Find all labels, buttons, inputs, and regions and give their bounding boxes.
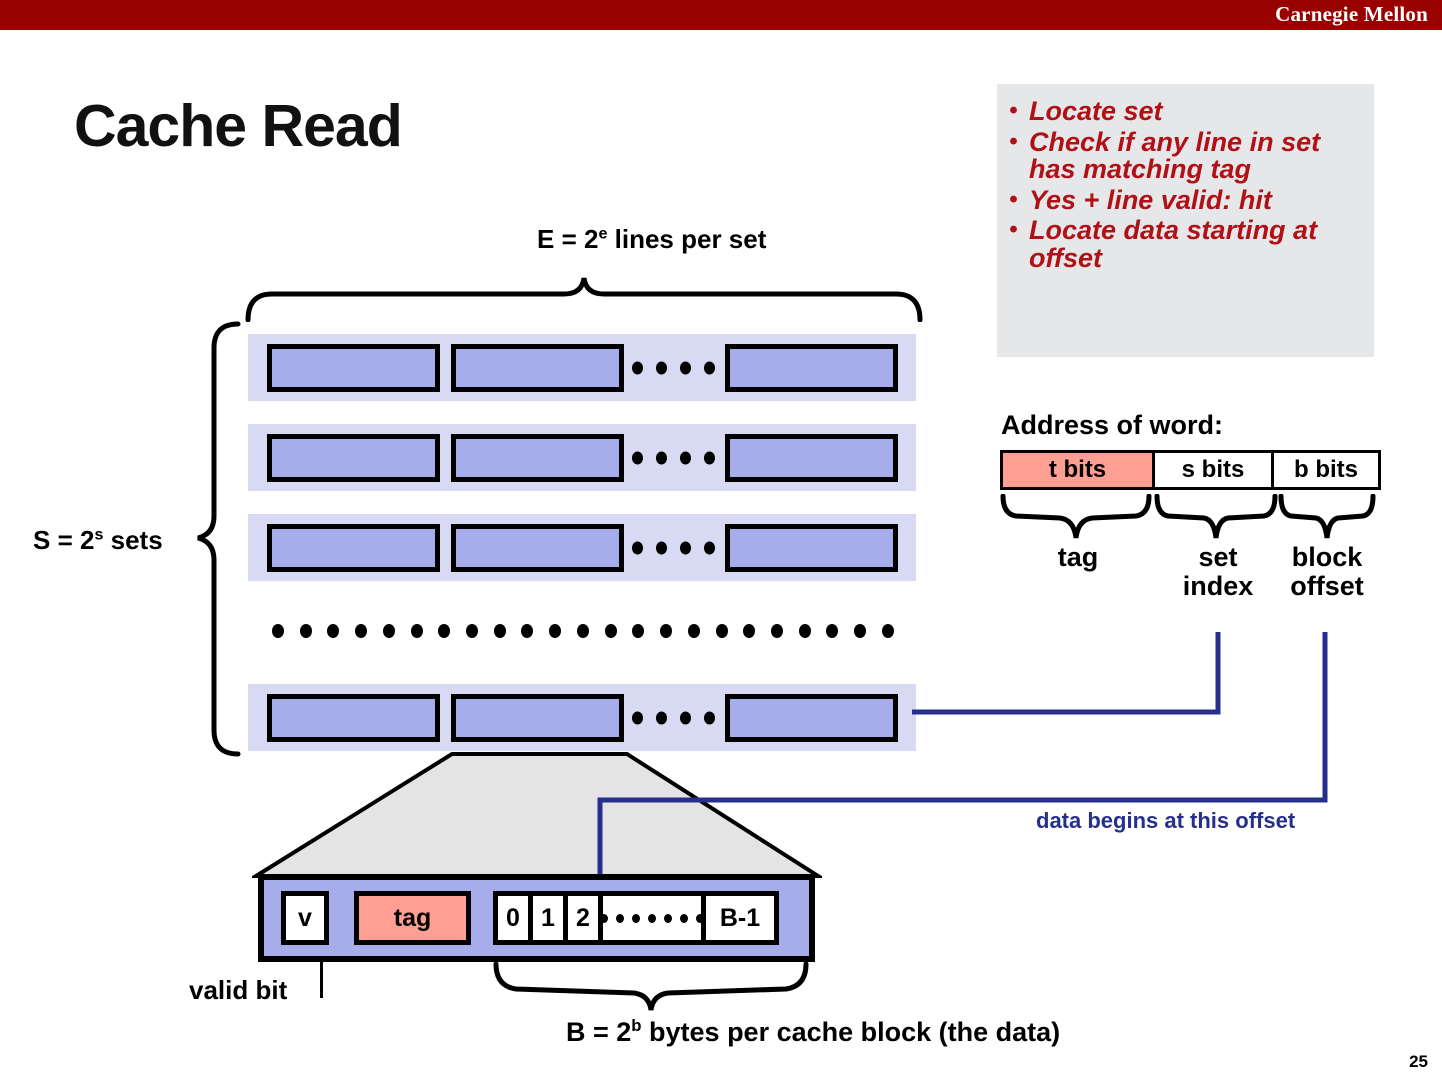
set-index-line1: set <box>1198 542 1238 572</box>
address-field-braces-icon <box>1000 494 1376 539</box>
block-offset-line1: block <box>1291 542 1363 572</box>
cache-line-box[interactable] <box>725 343 898 392</box>
ellipsis-dots-icon <box>632 711 715 724</box>
tag-cell[interactable]: tag <box>354 891 471 945</box>
block-size-exponent: b <box>631 1016 642 1035</box>
bullet-list-panel: • Locate set • Check if any line in set … <box>997 84 1374 357</box>
byte-cell-ellipsis <box>598 891 706 945</box>
cache-line-box[interactable] <box>451 433 624 482</box>
bullet-item-2: • Yes + line valid: hit <box>1009 184 1366 215</box>
cache-line-box[interactable] <box>267 523 440 572</box>
address-field-tag-bits[interactable]: t bits <box>1000 450 1155 490</box>
address-bit-fields: t bits s bits b bits <box>1000 450 1381 490</box>
expanded-cache-line: v tag 0 1 2 B-1 <box>258 874 815 962</box>
bullet-text: Check if any line in set has matching ta… <box>1029 126 1321 185</box>
bullet-item-0: • Locate set <box>1009 96 1366 126</box>
offset-annotation-label: data begins at this offset <box>1036 808 1296 833</box>
byte-cell-2[interactable]: 2 <box>563 891 603 945</box>
address-sub-label-set-index: set index <box>1158 543 1278 601</box>
bullet-dot-icon: • <box>1009 185 1018 213</box>
bullet-item-1: • Check if any line in set has matching … <box>1009 126 1366 185</box>
address-of-word-title: Address of word: <box>1001 410 1224 440</box>
cache-line-box[interactable] <box>451 343 624 392</box>
ellipsis-dots-icon <box>632 451 715 464</box>
cache-set-row[interactable] <box>248 334 916 401</box>
ellipsis-dots-icon <box>632 361 715 374</box>
byte-cell-1[interactable]: 1 <box>528 891 568 945</box>
address-field-set-bits[interactable]: s bits <box>1152 450 1274 490</box>
data-block-bytes: 0 1 2 B-1 <box>493 891 779 945</box>
bullet-dot-icon: • <box>1009 216 1018 244</box>
address-sub-label-block-offset: block offset <box>1268 543 1386 601</box>
sets-label: S = 2s sets <box>33 525 163 556</box>
bullet-dot-icon: • <box>1009 97 1018 124</box>
byte-cell-last[interactable]: B-1 <box>701 891 779 945</box>
bullet-text: Locate set <box>1029 96 1163 126</box>
cache-line-box[interactable] <box>267 343 440 392</box>
sets-prefix: S = 2 <box>33 525 95 555</box>
header-bar <box>0 0 1442 30</box>
cache-line-expansion-trapezoid <box>252 752 822 878</box>
cache-line-box[interactable] <box>451 523 624 572</box>
block-size-prefix: B = 2 <box>566 1017 632 1047</box>
cache-line-box[interactable] <box>267 433 440 482</box>
address-sub-label-tag: tag <box>1057 542 1099 572</box>
lines-per-set-label: E = 2e lines per set <box>537 224 766 255</box>
address-field-block-bits[interactable]: b bits <box>1271 450 1381 490</box>
block-size-brace-icon <box>493 962 809 1011</box>
bullet-item-3: • Locate data starting at offset <box>1009 215 1366 273</box>
set-index-line2: index <box>1182 570 1254 601</box>
sets-suffix: sets <box>103 525 163 555</box>
cache-line-box[interactable] <box>725 433 898 482</box>
page-title: Cache Read <box>74 93 403 159</box>
valid-bit-cell[interactable]: v <box>281 891 329 945</box>
cache-set-row[interactable] <box>248 514 916 581</box>
cache-set-row-selected[interactable] <box>248 684 916 751</box>
ellipsis-dots-icon <box>632 541 715 554</box>
byte-cell-0[interactable]: 0 <box>493 891 533 945</box>
brand-label: Carnegie Mellon <box>1275 2 1428 26</box>
valid-bit-leader-line <box>320 958 323 998</box>
page-number: 25 <box>1409 1052 1428 1071</box>
ellipsis-dots-icon <box>600 913 704 923</box>
block-size-caption: B = 2b bytes per cache block (the data) <box>566 1016 1060 1048</box>
sets-ellipsis-dots-icon <box>272 624 894 638</box>
block-size-suffix: bytes per cache block (the data) <box>641 1017 1061 1047</box>
bullet-text: Yes + line valid: hit <box>1029 184 1272 215</box>
cache-line-box-selected[interactable] <box>451 693 624 742</box>
cache-line-box[interactable] <box>725 693 898 742</box>
bullet-dot-icon: • <box>1009 127 1018 155</box>
bullet-text: Locate data starting at offset <box>1029 215 1318 273</box>
cache-line-box[interactable] <box>725 523 898 572</box>
valid-bit-label: valid bit <box>189 975 288 1005</box>
block-offset-line2: offset <box>1290 570 1364 601</box>
sets-brace-icon <box>197 321 241 757</box>
cache-line-box[interactable] <box>267 693 440 742</box>
lines-per-set-prefix: E = 2 <box>537 224 599 254</box>
cache-set-row[interactable] <box>248 424 916 491</box>
lines-per-set-suffix: lines per set <box>607 224 767 254</box>
lines-per-set-brace-icon <box>245 277 923 322</box>
